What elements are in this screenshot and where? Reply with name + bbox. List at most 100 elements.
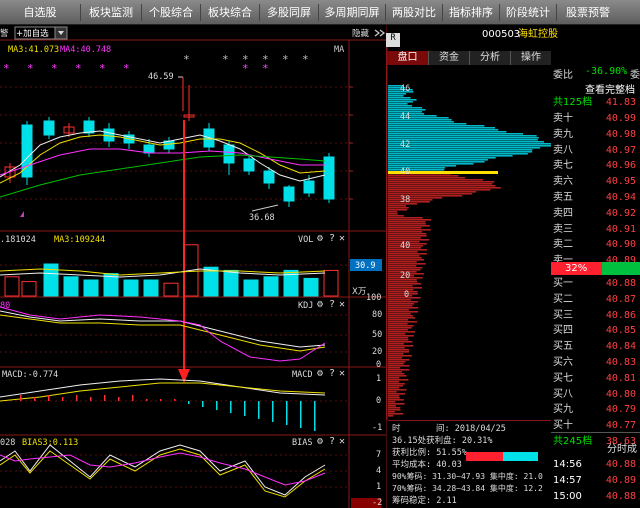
ask-row-price: 40.91 [605, 223, 636, 235]
chip-bar [388, 95, 404, 97]
tab-caozuo[interactable]: 操作 [510, 51, 551, 65]
chip-bar [388, 371, 402, 373]
volume-bar [83, 279, 99, 297]
vol-close-icon[interactable]: ✕ [339, 234, 345, 244]
ask-row[interactable]: 卖三 40.91 [551, 222, 640, 238]
tab-zijin[interactable]: 资金 [428, 51, 469, 65]
bid-row[interactable]: 买三 40.86 [551, 308, 640, 324]
bid-total-label: 共245档 [553, 436, 593, 447]
ask-row[interactable]: 卖八 40.97 [551, 143, 640, 159]
kline-chart-area[interactable]: * * * * * * * * * * * * * * 警 +加自选 隐藏 MA… [0, 25, 386, 508]
svg-text:*: * [183, 53, 190, 66]
bid-row-price: 40.86 [605, 309, 636, 321]
kdj-axis-0: 0 [376, 360, 382, 370]
chip-bar [388, 347, 405, 349]
chip-bar [388, 293, 418, 295]
chip-bar [388, 329, 408, 331]
vol-help-icon[interactable]: ? [329, 234, 335, 244]
chip-bar [388, 337, 409, 339]
volume-bar [303, 277, 319, 297]
macd-bar [34, 397, 36, 401]
ask-row-label: 卖三 [553, 223, 573, 235]
ask-row[interactable]: 卖二 40.90 [551, 237, 640, 253]
chip-bar [388, 323, 408, 325]
ask-row[interactable]: 卖六 40.95 [551, 174, 640, 190]
tab-gegu-zonghe[interactable]: 个股综合 [142, 0, 200, 25]
ask-row[interactable]: 卖十 40.99 [551, 111, 640, 127]
macd-close-icon[interactable]: ✕ [339, 369, 345, 379]
tab-duogu-tongping[interactable]: 多股同屏 [260, 0, 318, 25]
weicha-label: 委 [630, 70, 640, 81]
kdj-help-icon[interactable]: ? [329, 300, 335, 310]
chip-bar [388, 137, 539, 139]
tab-bankuai-zonghe[interactable]: 板块综合 [201, 0, 259, 25]
candle-body [43, 120, 55, 136]
tick-time: 14:57 [553, 475, 582, 486]
chip-bar [388, 331, 416, 333]
tab-gupiao-yujing[interactable]: 股票预警 [557, 0, 619, 25]
ask-row[interactable]: 卖四 40.92 [551, 206, 640, 222]
bias-readout: 028 [0, 438, 16, 448]
ask-row-label: 卖五 [553, 192, 573, 203]
bid-row[interactable]: 买六 40.83 [551, 355, 640, 371]
chip-bar [388, 115, 437, 117]
tab-bankuai-jiance[interactable]: 板块监测 [81, 0, 141, 25]
bid-row[interactable]: 买八 40.80 [551, 387, 640, 403]
hide-button[interactable]: 隐藏 [352, 29, 369, 39]
chip-bar [388, 223, 426, 225]
bid-row[interactable]: 买四 40.85 [551, 323, 640, 339]
tab-ranggu-duibi[interactable]: 两股对比 [386, 0, 442, 25]
chip-bar [388, 365, 410, 367]
bid-row[interactable]: 买二 40.87 [551, 292, 640, 308]
kdj-close-icon[interactable]: ✕ [339, 300, 345, 310]
bias-close-icon[interactable]: ✕ [339, 437, 345, 447]
bid-row[interactable]: 买七 40.81 [551, 371, 640, 387]
chip-bar [388, 407, 401, 409]
tab-duozhouqi-tongping[interactable]: 多周期同屏 [319, 0, 385, 25]
vol-value: 30.9 [355, 261, 376, 271]
kdj-axis-20: 20 [372, 347, 383, 357]
ask-row[interactable]: 卖五 40.94 [551, 190, 640, 206]
chip-bar [388, 325, 414, 327]
bid-row[interactable]: 买九 40.79 [551, 402, 640, 418]
macd-bar [160, 399, 162, 401]
kdj-gear-icon[interactable]: ⚙ [317, 300, 323, 310]
ask-total[interactable]: 共125档 41.83 [551, 95, 640, 111]
ask-row-price: 40.90 [605, 239, 636, 251]
macd-gear-icon[interactable]: ⚙ [317, 369, 323, 379]
bias-help-icon[interactable]: ? [329, 437, 335, 447]
bid-row[interactable]: 买一 40.88 [551, 276, 640, 292]
volume-bar [4, 276, 20, 297]
chip-bar [388, 161, 485, 163]
chip-bar [388, 179, 484, 181]
vol-gear-icon[interactable]: ⚙ [317, 234, 323, 244]
bid-row-label: 买四 [553, 325, 573, 337]
macd-help-icon[interactable]: ? [329, 369, 335, 379]
ask-row-price: 40.98 [605, 128, 636, 140]
tab-fenxi[interactable]: 分析 [469, 51, 510, 65]
ask-row[interactable]: 卖九 40.98 [551, 127, 640, 143]
tab-jieduan-tongji[interactable]: 阶段统计 [500, 0, 556, 25]
view-full-book-link[interactable]: 查看完整档 [585, 81, 635, 96]
ask-row[interactable]: 卖七 40.96 [551, 158, 640, 174]
macd-bar [188, 401, 190, 404]
chip-bar [388, 405, 397, 407]
profit-ratio-bar-red [466, 452, 504, 461]
svg-text:*: * [302, 53, 309, 66]
chip-bar [388, 385, 403, 387]
volume-bar [243, 279, 259, 297]
bid-row-price: 40.87 [605, 293, 636, 305]
chip-bar [388, 397, 400, 399]
tab-zhibiao-paixu[interactable]: 指标排序 [443, 0, 499, 25]
tab-zixuangu[interactable]: 自选股 [0, 0, 80, 25]
tab-pankou[interactable]: 盘口 [387, 51, 428, 65]
book-divider [551, 432, 640, 433]
chip-bar [388, 341, 413, 343]
bias-title: BIAS [292, 438, 313, 448]
bias-gear-icon[interactable]: ⚙ [317, 437, 323, 447]
add-watch-button[interactable]: +加自选 [16, 29, 49, 39]
volume-bar [43, 263, 59, 297]
chip-bar [388, 185, 496, 187]
bid-row[interactable]: 买五 40.84 [551, 339, 640, 355]
tick-time: 15:00 [553, 491, 582, 502]
